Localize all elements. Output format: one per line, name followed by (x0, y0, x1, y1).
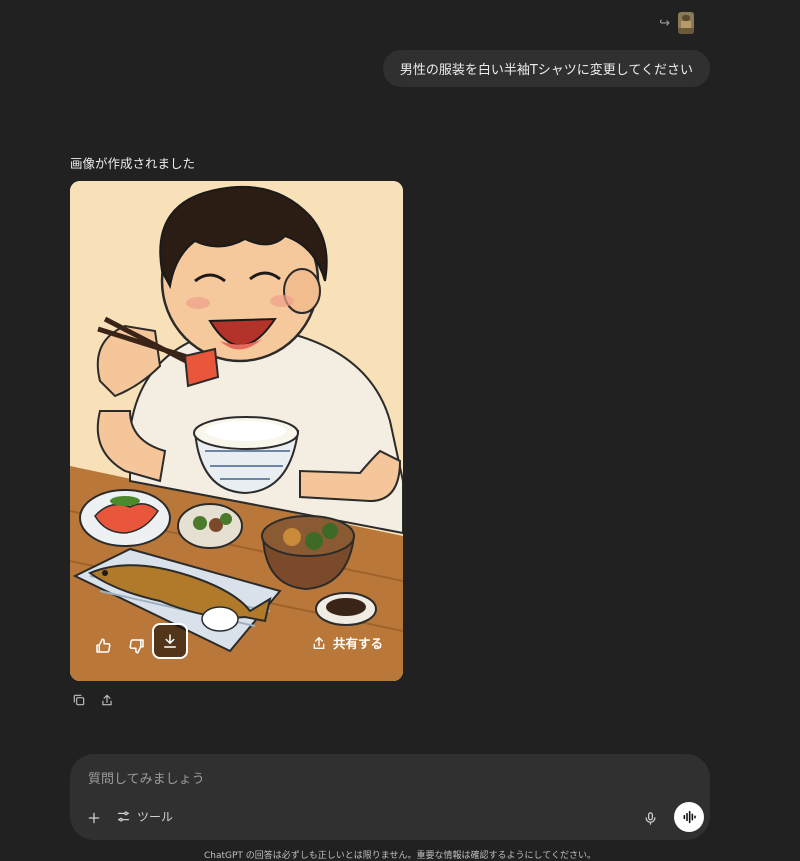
share-button[interactable]: 共有する (311, 633, 383, 652)
voice-mode-button[interactable] (674, 802, 704, 832)
thumbs-down-icon (129, 639, 144, 654)
generated-image-illustration (70, 181, 403, 681)
thumbs-up-icon (96, 638, 111, 653)
message-actions (70, 691, 116, 709)
share-icon (102, 694, 112, 706)
user-message-bubble: 男性の服装を白い半袖Tシャツに変更してください (382, 50, 710, 87)
reference-image-thumbnail[interactable] (678, 12, 694, 34)
download-icon (164, 634, 176, 648)
sliders-icon (117, 811, 130, 822)
tools-label: ツール (137, 810, 174, 824)
message-composer: ツール (70, 754, 710, 840)
copy-icon (73, 694, 85, 706)
generated-image[interactable]: 共有する (70, 181, 403, 681)
dislike-button[interactable] (124, 633, 150, 659)
copy-button[interactable] (70, 691, 88, 709)
share-icon (313, 636, 325, 649)
voice-waveform-icon (683, 810, 696, 824)
dictation-button[interactable] (638, 806, 662, 830)
tools-button[interactable]: ツール (116, 808, 173, 825)
plus-icon (88, 812, 100, 824)
disclaimer-text: ChatGPT の回答は必ずしも正しいとは限りません。重要な情報は確認するように… (204, 851, 596, 861)
assistant-caption: 画像が作成されました (70, 156, 196, 171)
download-button[interactable] (152, 623, 188, 659)
image-action-overlay: 共有する (70, 621, 403, 681)
like-button[interactable] (90, 633, 116, 659)
message-input[interactable] (86, 766, 690, 792)
reply-arrow-icon: ↪ (659, 15, 670, 31)
add-attachment-button[interactable] (84, 808, 104, 828)
microphone-icon (645, 811, 655, 825)
share-message-button[interactable] (98, 691, 116, 709)
reference-row: ↪ (659, 12, 694, 34)
share-label: 共有する (332, 636, 383, 651)
